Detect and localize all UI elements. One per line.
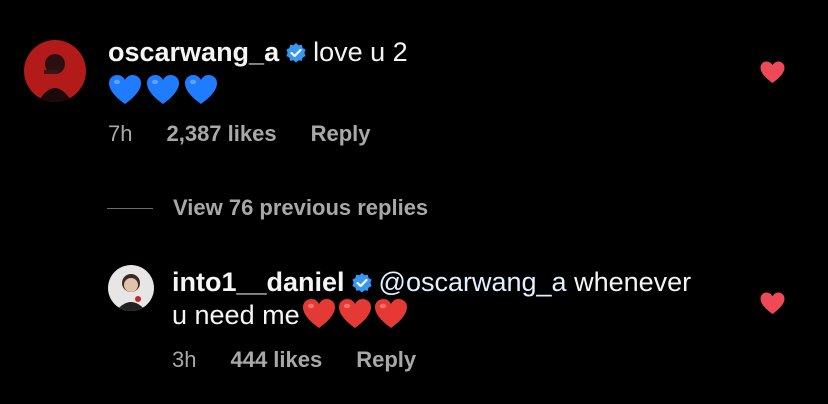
red-heart-icon bbox=[338, 298, 372, 338]
comment-text: oscarwang_a love u 2 bbox=[108, 35, 408, 72]
comment-emoji-row bbox=[108, 74, 218, 111]
blue-heart-icon bbox=[184, 74, 218, 111]
reply-username[interactable]: into1__daniel bbox=[172, 267, 345, 297]
verified-badge-icon bbox=[285, 38, 307, 72]
red-heart-icon bbox=[374, 298, 408, 338]
avatar[interactable] bbox=[24, 40, 86, 102]
view-replies-label: View 76 previous replies bbox=[173, 195, 429, 220]
comment-likes-count[interactable]: 2,387 likes bbox=[166, 121, 276, 147]
comment-body: love u 2 bbox=[313, 37, 408, 67]
reply-body-part1: whenever bbox=[566, 267, 692, 297]
reply-mention-link[interactable]: @oscarwang_a bbox=[379, 267, 567, 297]
reply-reply-button[interactable]: Reply bbox=[356, 347, 416, 373]
blue-heart-icon bbox=[108, 74, 142, 111]
comment-reply-button[interactable]: Reply bbox=[311, 121, 371, 147]
comment-meta: 7h 2,387 likes Reply bbox=[108, 121, 371, 147]
divider bbox=[107, 207, 153, 209]
comment-timestamp: 7h bbox=[108, 121, 133, 146]
blue-heart-icon bbox=[146, 74, 180, 111]
reply-meta: 3h 444 likes Reply bbox=[172, 347, 416, 373]
like-heart-icon[interactable] bbox=[760, 292, 785, 320]
reply-text-line-1: into1__daniel @oscarwang_a whenever bbox=[172, 265, 691, 302]
reply-timestamp: 3h bbox=[172, 347, 197, 372]
comment-username[interactable]: oscarwang_a bbox=[108, 37, 279, 67]
verified-badge-icon bbox=[351, 268, 373, 302]
reply-text-line-2: u need me bbox=[172, 298, 408, 338]
like-heart-icon[interactable] bbox=[760, 61, 785, 89]
reply-body-part2: u need me bbox=[172, 300, 300, 330]
red-heart-icon bbox=[302, 298, 336, 338]
reply-likes-count[interactable]: 444 likes bbox=[230, 347, 322, 373]
view-previous-replies-button[interactable]: View 76 previous replies bbox=[107, 195, 428, 221]
avatar[interactable] bbox=[108, 265, 154, 311]
